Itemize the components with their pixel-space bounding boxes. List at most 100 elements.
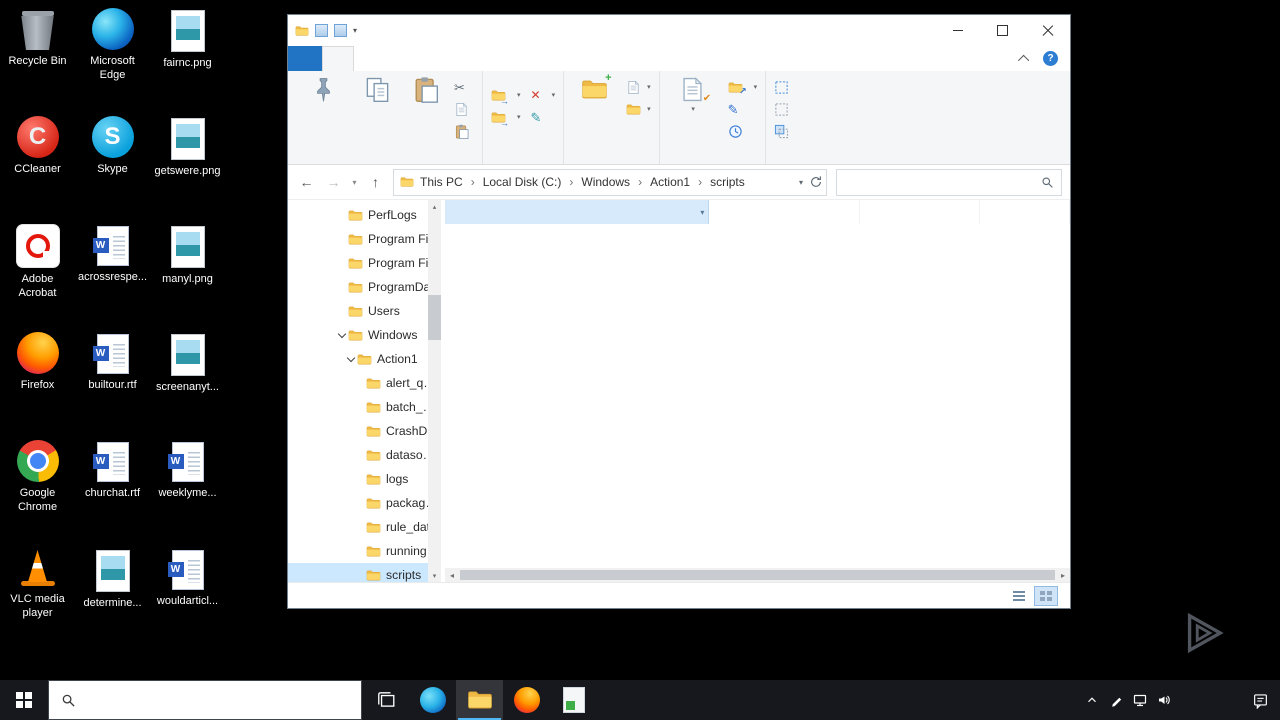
scrollbar-thumb[interactable] <box>428 295 441 340</box>
nav-tree-item[interactable]: Program Files <box>288 227 441 251</box>
delete-button[interactable]: ✕ ▾ <box>526 84 561 106</box>
tab-view[interactable] <box>384 46 414 71</box>
invert-selection-button[interactable] <box>769 120 799 142</box>
desktop-icon[interactable]: acrossrespe... <box>75 218 150 326</box>
maximize-button[interactable] <box>980 15 1025 46</box>
nav-tree-item[interactable]: package_... <box>288 491 441 515</box>
rename-button[interactable]: ✎ <box>526 106 561 128</box>
minimize-button[interactable] <box>935 15 980 46</box>
volume-button[interactable] <box>1152 680 1176 720</box>
nav-tree-item[interactable]: Windows <box>288 323 441 347</box>
desktop-icon[interactable]: VLC media player <box>0 542 75 650</box>
taskbar-edge-button[interactable] <box>409 680 456 720</box>
nav-tree-item[interactable]: PerfLogs <box>288 203 441 227</box>
paste-button[interactable] <box>401 73 449 109</box>
close-button[interactable] <box>1025 15 1070 46</box>
column-header-size[interactable] <box>980 200 1070 224</box>
select-none-button[interactable] <box>769 98 799 120</box>
start-button[interactable] <box>0 680 48 720</box>
edit-button[interactable]: ✎ <box>723 98 763 120</box>
breadcrumb-segment[interactable]: Action1 › <box>650 175 710 189</box>
desktop-icon[interactable]: wouldarticl... <box>150 542 225 650</box>
search-input[interactable] <box>844 174 1041 190</box>
up-button[interactable]: ↑ <box>363 170 388 194</box>
action-center-button[interactable] <box>1240 680 1280 720</box>
tab-home[interactable] <box>322 46 354 71</box>
taskbar-firefox-button[interactable] <box>503 680 550 720</box>
open-button[interactable]: ↗ ▾ <box>723 76 763 98</box>
nav-tree-item[interactable]: scripts <box>288 563 441 582</box>
desktop-icon[interactable]: weeklyme... <box>150 434 225 542</box>
forward-button[interactable]: → <box>321 170 346 194</box>
desktop-icon[interactable]: Microsoft Edge <box>75 2 150 110</box>
breadcrumb-segment[interactable]: Local Disk (C:) › <box>483 175 582 189</box>
history-button[interactable] <box>723 120 763 142</box>
recent-locations-dropdown[interactable]: ▾ <box>348 170 361 194</box>
column-header-date-modified[interactable] <box>709 200 861 224</box>
nav-tree-item[interactable]: alert_queu... <box>288 371 441 395</box>
desktop-icon[interactable]: CCleaner <box>0 110 75 218</box>
easy-access-button[interactable]: ▾ <box>621 98 656 120</box>
properties-button[interactable]: ✔ ▾ <box>663 73 723 117</box>
breadcrumb-segment[interactable]: This PC › <box>420 175 483 189</box>
desktop-icon[interactable]: Google Chrome <box>0 434 75 542</box>
nav-tree-item[interactable]: ProgramData <box>288 275 441 299</box>
tab-share[interactable] <box>354 46 384 71</box>
collapse-ribbon-icon[interactable] <box>1017 54 1030 66</box>
desktop-icon[interactable]: manyl.png <box>150 218 225 326</box>
taskbar-file-explorer-button[interactable] <box>456 680 503 720</box>
desktop-icon[interactable]: fairnc.png <box>150 2 225 110</box>
qat-properties-icon[interactable] <box>315 24 328 37</box>
help-button[interactable]: ? <box>1043 51 1058 66</box>
expander-icon[interactable] <box>345 355 357 363</box>
large-icons-view-button[interactable] <box>1034 585 1058 606</box>
desktop-icon[interactable]: getswere.png <box>150 110 225 218</box>
column-header-type[interactable] <box>860 200 981 224</box>
task-view-button[interactable] <box>362 680 409 720</box>
desktop-icon[interactable]: screenanyt... <box>150 326 225 434</box>
desktop-icon[interactable]: Recycle Bin <box>0 2 75 110</box>
copy-to-button[interactable]: → ▾ <box>486 106 526 128</box>
nav-tree-item[interactable]: batch_data... <box>288 395 441 419</box>
desktop-icon[interactable]: Skype <box>75 110 150 218</box>
new-item-button[interactable]: ▾ <box>621 76 656 98</box>
nav-tree-item[interactable]: Users <box>288 299 441 323</box>
tab-file[interactable] <box>288 46 322 71</box>
scrollbar-thumb[interactable] <box>460 570 1055 580</box>
details-view-button[interactable] <box>1007 586 1031 606</box>
address-dropdown-icon[interactable]: ▾ <box>799 178 803 187</box>
nav-tree-item[interactable]: Program Files <box>288 251 441 275</box>
qat-new-folder-icon[interactable] <box>334 24 347 37</box>
search-box[interactable] <box>836 168 1062 196</box>
copy-path-button[interactable] <box>449 98 479 120</box>
expander-icon[interactable] <box>336 331 348 339</box>
desktop-icon[interactable]: Adobe Acrobat <box>0 218 75 326</box>
nav-tree-item[interactable]: logs <box>288 467 441 491</box>
copy-button[interactable] <box>353 73 401 109</box>
taskbar-search[interactable] <box>48 680 362 720</box>
nav-tree-item[interactable]: Action1 <box>288 347 441 371</box>
address-box[interactable]: This PC › Local Disk (C:) › Windows › Ac… <box>393 168 827 196</box>
windows-ink-button[interactable] <box>1104 680 1128 720</box>
title-bar[interactable]: ▾ <box>288 15 1070 46</box>
horizontal-scrollbar[interactable]: ◂ ▸ <box>445 568 1070 582</box>
scroll-up-icon[interactable]: ▴ <box>428 200 441 213</box>
paste-shortcut-button[interactable] <box>449 120 479 142</box>
new-folder-button[interactable]: + <box>567 72 621 109</box>
breadcrumb-segment[interactable]: Windows › <box>581 175 650 189</box>
qat-customize-dropdown-icon[interactable]: ▾ <box>353 26 357 35</box>
column-header-name[interactable]: ▾ <box>445 200 710 224</box>
nav-tree-item[interactable]: rule_data <box>288 515 441 539</box>
desktop-icon[interactable]: Firefox <box>0 326 75 434</box>
breadcrumb-segment[interactable]: scripts › <box>710 175 765 189</box>
scroll-down-icon[interactable]: ▾ <box>428 569 441 582</box>
move-to-button[interactable]: → ▾ <box>486 84 526 106</box>
back-button[interactable]: ← <box>294 170 319 194</box>
scroll-left-icon[interactable]: ◂ <box>445 568 459 582</box>
taskbar-app-button[interactable] <box>550 680 597 720</box>
hidden-icons-button[interactable] <box>1080 680 1104 720</box>
network-button[interactable] <box>1128 680 1152 720</box>
desktop-icon[interactable]: churchat.rtf <box>75 434 150 542</box>
desktop-icon[interactable]: determine... <box>75 542 150 650</box>
nav-tree-item[interactable]: running_b... <box>288 539 441 563</box>
